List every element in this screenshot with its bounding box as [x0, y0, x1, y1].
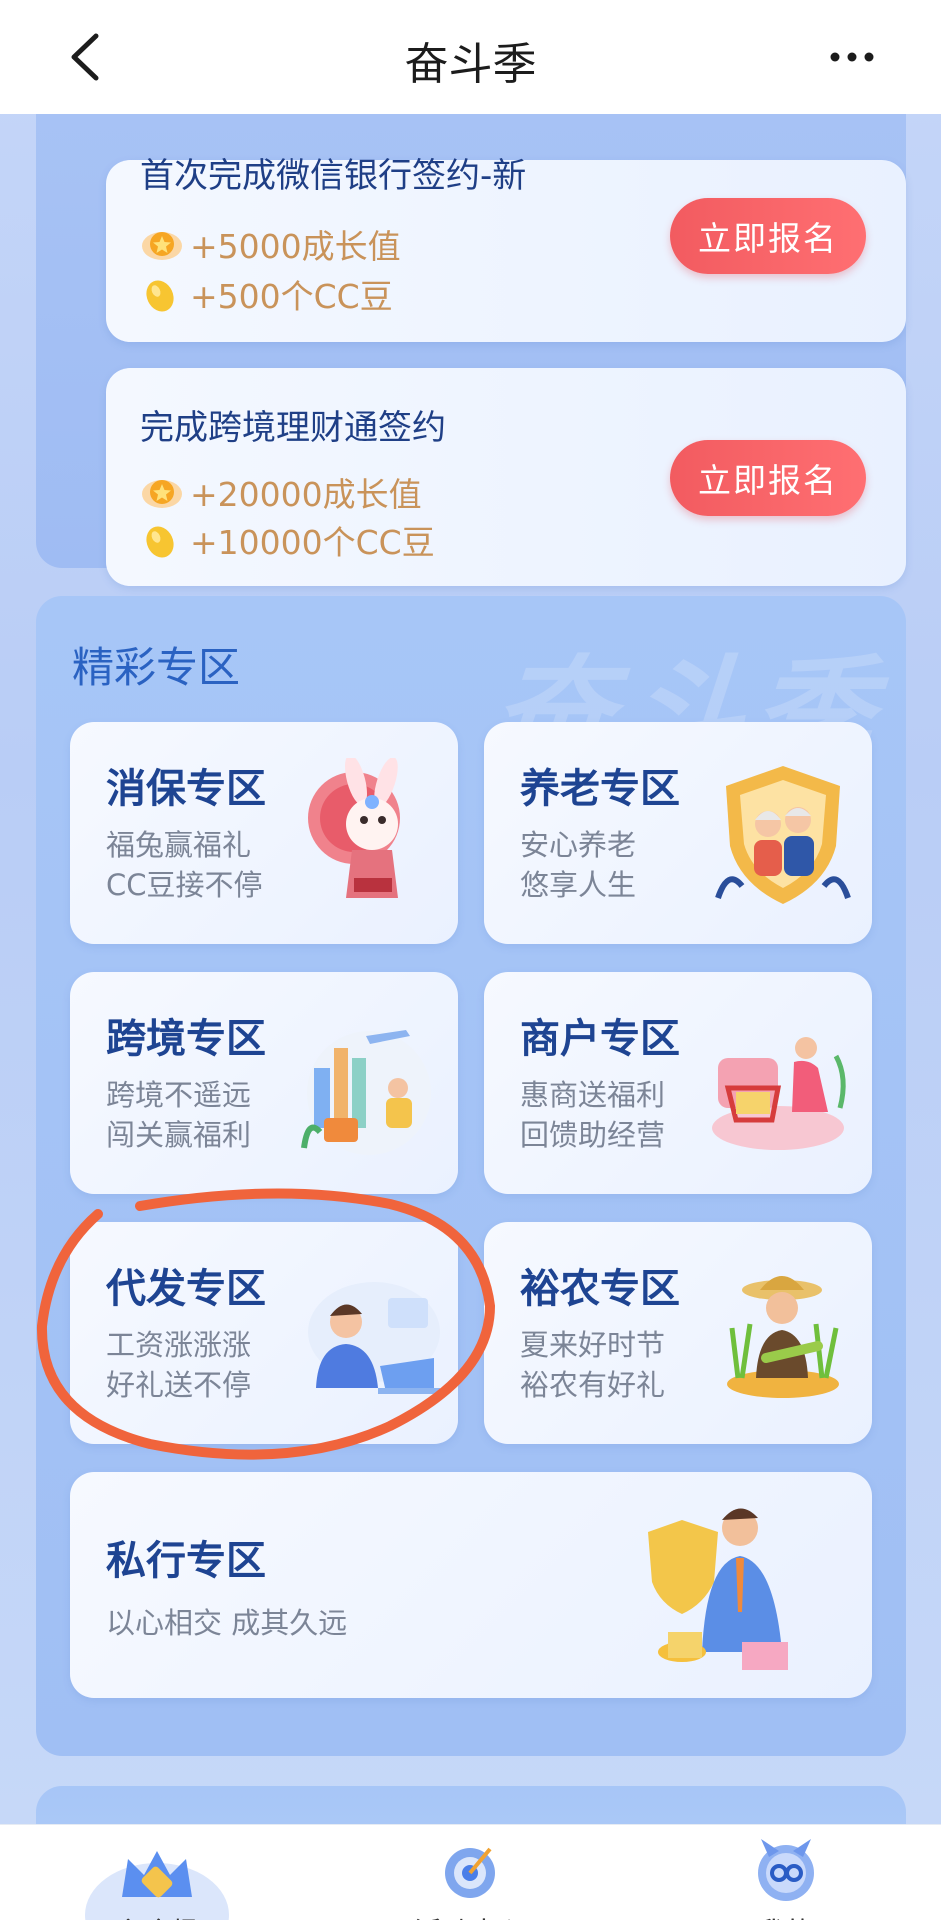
zone-subtitle: 跨境不遥远	[106, 1078, 252, 1112]
section-title: 精彩专区	[72, 643, 241, 692]
more-options-icon[interactable]	[827, 30, 877, 84]
shopping-cart-icon	[712, 1037, 846, 1150]
zone-subtitle: 工资涨涨涨	[106, 1328, 252, 1362]
featured-zones-panel: 奋斗季 精彩专区 消保专区 福兔赢福礼 CC豆接不停 养老专区 安心养老 悠享人…	[36, 596, 906, 1756]
tab-label: 活动中心	[380, 1911, 560, 1920]
tab-label: 我的	[695, 1911, 875, 1920]
zone-title: 养老专区	[520, 766, 680, 812]
cc-mascot-icon	[758, 1839, 814, 1901]
zone-subtitle: 福兔赢福礼	[106, 828, 252, 862]
nav-bar: 奋斗季	[0, 0, 941, 114]
medal-icon	[142, 232, 182, 260]
tab-label: 主会场	[68, 1911, 248, 1920]
task-card: 首次完成微信银行签约-新 +5000成长值 +500个CC豆 立即报名	[106, 156, 906, 342]
zone-subtitle: 以心相交 成其久远	[106, 1606, 348, 1640]
zone-title: 代发专区	[106, 1266, 266, 1312]
reward-growth: +5000成长值	[140, 220, 401, 268]
zone-subtitle: 惠商送福利	[520, 1078, 666, 1112]
zone-title: 商户专区	[520, 1016, 680, 1062]
zone-merchant[interactable]: 商户专区 惠商送福利 回馈助经营	[484, 972, 872, 1194]
app-page: 首次完成微信银行签约-新 +5000成长值 +500个CC豆 立即报名 完成跨境…	[0, 0, 941, 1920]
bottom-tab-bar: 主会场 活动中心 我的	[0, 1824, 941, 1920]
crown-icon	[85, 1851, 229, 1920]
zone-agriculture[interactable]: 裕农专区 夏来好时节 裕农有好礼	[484, 1222, 872, 1444]
office-worker-laptop-icon	[308, 1282, 440, 1394]
businessman-shield-icon	[648, 1508, 788, 1670]
zone-subtitle: 闯关赢福利	[106, 1118, 252, 1152]
tab-activity-center[interactable]: 活动中心	[380, 1825, 560, 1920]
tab-main-venue[interactable]: 主会场	[68, 1825, 248, 1920]
farmer-harvest-icon	[727, 1276, 839, 1398]
zone-cross-border[interactable]: 跨境专区 跨境不遥远 闯关赢福利	[70, 972, 458, 1194]
target-icon	[445, 1847, 495, 1898]
task-panel: 首次完成微信银行签约-新 +5000成长值 +500个CC豆 立即报名 完成跨境…	[36, 60, 906, 586]
zone-subtitle: 裕农有好礼	[520, 1368, 666, 1402]
zone-title: 跨境专区	[106, 1016, 266, 1062]
zone-subtitle: 安心养老	[520, 828, 637, 862]
zone-payroll[interactable]: 代发专区 工资涨涨涨 好礼送不停	[70, 1222, 458, 1444]
bean-icon	[146, 526, 174, 558]
reward-beans: +500个CC豆	[140, 270, 393, 318]
page-title: 奋斗季	[404, 39, 537, 90]
reward-beans: +10000个CC豆	[140, 516, 435, 564]
zone-subtitle: 回馈助经营	[520, 1118, 666, 1152]
zone-subtitle: CC豆接不停	[106, 868, 263, 902]
medal-icon	[142, 480, 182, 508]
reward-growth-text: +5000成长值	[190, 227, 401, 266]
reward-beans-text: +10000个CC豆	[190, 523, 435, 562]
task-title: 完成跨境理财通签约	[140, 408, 446, 448]
zone-elderly-care[interactable]: 养老专区 安心养老 悠享人生	[484, 722, 872, 944]
zone-title: 私行专区	[106, 1538, 266, 1584]
zone-title: 消保专区	[106, 766, 266, 812]
rabbit-mascot-icon	[308, 758, 400, 898]
zone-consumer-protection[interactable]: 消保专区 福兔赢福礼 CC豆接不停	[70, 722, 458, 944]
signup-button[interactable]: 立即报名	[670, 198, 866, 274]
reward-growth: +20000成长值	[140, 468, 422, 516]
shield-elderly-couple-icon	[715, 766, 851, 904]
task-title: 首次完成微信银行签约-新	[140, 156, 527, 196]
zone-subtitle: 悠享人生	[520, 868, 637, 902]
signup-button[interactable]: 立即报名	[670, 440, 866, 516]
bean-icon	[146, 280, 174, 312]
zone-title: 裕农专区	[520, 1266, 680, 1312]
reward-growth-text: +20000成长值	[190, 475, 422, 514]
tab-mine[interactable]: 我的	[695, 1825, 875, 1920]
zone-subtitle: 夏来好时节	[520, 1328, 666, 1362]
zone-private-banking[interactable]: 私行专区 以心相交 成其久远	[70, 1472, 872, 1698]
travel-airport-icon	[301, 1030, 431, 1155]
zone-subtitle: 好礼送不停	[106, 1368, 252, 1402]
task-card: 完成跨境理财通签约 +20000成长值 +10000个CC豆 立即报名	[106, 368, 906, 586]
reward-beans-text: +500个CC豆	[190, 277, 393, 316]
